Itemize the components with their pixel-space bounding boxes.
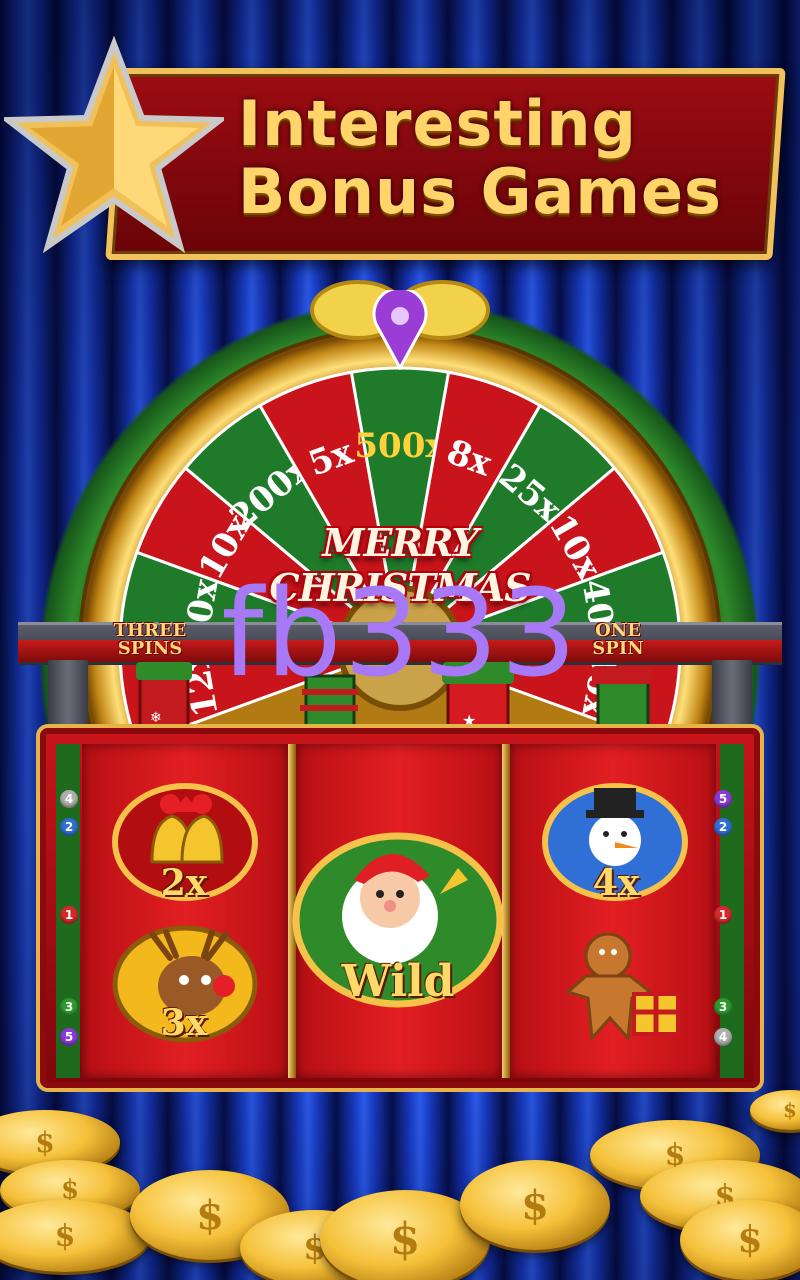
title-line-2: Bonus Games (238, 155, 722, 228)
coin-icon: $ (0, 1200, 150, 1272)
symbol-multiplier: 3x (160, 1002, 208, 1044)
coin-icon: $ (460, 1160, 610, 1250)
gold-star-icon (4, 36, 224, 254)
payline-marker: 4 (60, 790, 78, 808)
payline-marker: 1 (714, 906, 732, 924)
payline-marker: 2 (714, 818, 732, 836)
payline-marker: 1 (60, 906, 78, 924)
svg-text:❄: ❄ (150, 710, 162, 726)
symbol-multiplier: 4x (592, 862, 640, 904)
title-line-1: Interesting (238, 87, 637, 160)
wheel-pointer-icon (372, 290, 428, 370)
coin-icon: $ (680, 1200, 800, 1280)
watermark-text: fb333 (221, 565, 579, 704)
coin-icon: $ (750, 1090, 800, 1130)
payline-marker: 2 (60, 818, 78, 836)
gingerbread-icon (564, 932, 680, 1042)
payline-marker: 3 (714, 998, 732, 1016)
payline-marker: 5 (714, 790, 732, 808)
promo-screen: Interesting Bonus Games 12x 10x 10x 200x 5x 5… (0, 0, 800, 1280)
wild-label: Wild (341, 956, 455, 1007)
symbol-multiplier: 2x (160, 862, 208, 904)
payline-marker: 4 (714, 1028, 732, 1046)
payline-marker: 5 (60, 1028, 78, 1046)
payline-marker: 3 (60, 998, 78, 1016)
